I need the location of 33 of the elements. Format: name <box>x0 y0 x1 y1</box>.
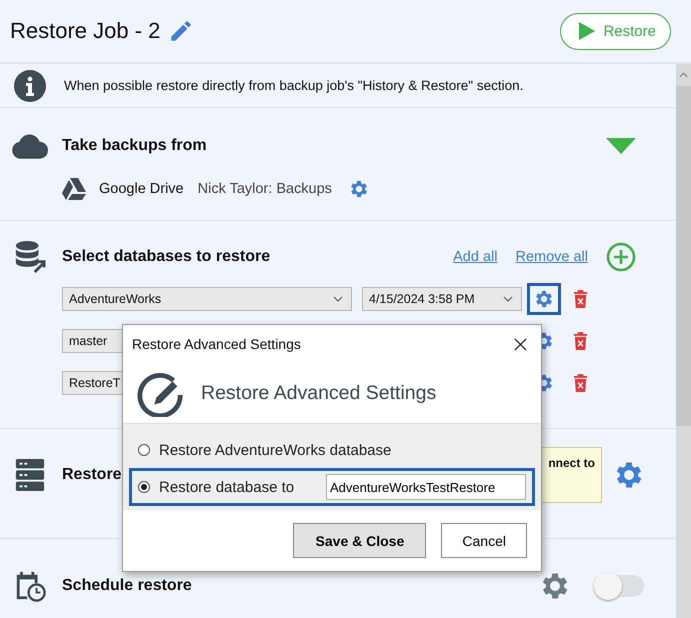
add-all-link[interactable]: Add all <box>453 249 498 265</box>
section-title: Schedule restore <box>62 577 192 595</box>
info-message: When possible restore directly from backup job's "History & Restore" section. <box>64 78 524 93</box>
info-icon <box>14 70 46 102</box>
drive-icon <box>62 178 86 200</box>
section-title: Restore <box>62 466 122 484</box>
chevron-down-icon <box>503 296 513 302</box>
account-name: Nick Taylor: Backups <box>198 181 332 197</box>
add-icon[interactable] <box>606 242 636 272</box>
delete-icon[interactable] <box>573 290 588 308</box>
close-icon[interactable] <box>514 338 527 350</box>
job-title: Restore Job - 2 <box>10 18 160 44</box>
dialog-title: Restore Advanced Settings <box>132 336 301 352</box>
scroll-up-icon[interactable] <box>679 72 688 78</box>
play-icon <box>579 22 596 40</box>
database-name-field[interactable]: AdventureWorksTestRestore <box>326 474 526 500</box>
section-title: Take backups from <box>62 137 207 155</box>
dialog-heading: Restore Advanced Settings <box>201 382 436 404</box>
scrollbar-thumb[interactable] <box>676 86 691 426</box>
radio-option[interactable]: Restore database to <box>138 478 294 496</box>
delete-icon[interactable] <box>573 332 588 350</box>
remove-all-link[interactable]: Remove all <box>515 249 588 265</box>
database-dropdown[interactable]: AdventureWorks <box>62 287 352 311</box>
backup-date-dropdown[interactable]: 4/15/2024 3:58 PM <box>362 287 522 311</box>
delete-icon[interactable] <box>573 374 588 392</box>
section-title: Select databases to restore <box>62 248 270 266</box>
cancel-button[interactable]: Cancel <box>441 523 527 558</box>
chevron-down-icon <box>333 296 343 302</box>
provider-name: Google Drive <box>99 181 184 197</box>
toggle-switch[interactable] <box>596 575 644 597</box>
radio-option[interactable]: Restore AdventureWorks database <box>138 442 392 458</box>
save-button[interactable]: Save & Close <box>293 523 426 558</box>
collapse-icon[interactable] <box>606 138 636 154</box>
